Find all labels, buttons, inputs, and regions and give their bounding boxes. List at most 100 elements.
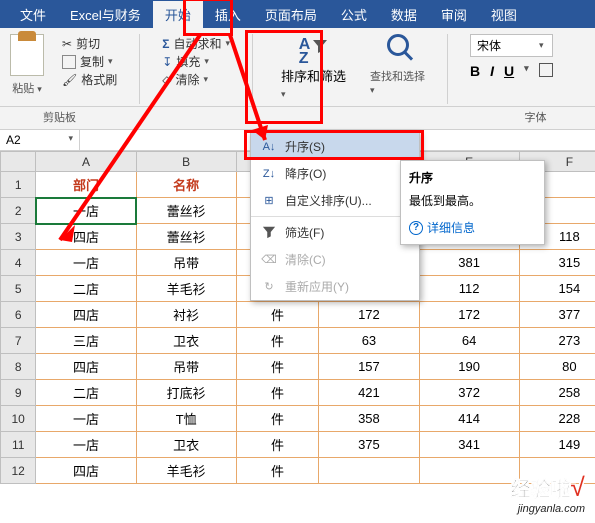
cell[interactable]: 一店	[36, 432, 136, 458]
cell[interactable]: 蕾丝衫	[136, 198, 236, 224]
cell[interactable]: 258	[519, 380, 595, 406]
cell[interactable]	[319, 458, 419, 484]
filter-item[interactable]: 筛选(F)	[251, 219, 419, 246]
cell[interactable]: 228	[519, 406, 595, 432]
cell[interactable]: 112	[419, 276, 519, 302]
cell[interactable]: 64	[419, 328, 519, 354]
row-header[interactable]: 3	[1, 224, 36, 250]
fill-button[interactable]: ↧填充▾	[162, 53, 230, 70]
cell[interactable]: 件	[236, 380, 319, 406]
row-header[interactable]: 12	[1, 458, 36, 484]
cell[interactable]: 件	[236, 328, 319, 354]
cell[interactable]: 四店	[36, 458, 136, 484]
cell[interactable]: 四店	[36, 302, 136, 328]
custom-sort-item[interactable]: ⊞自定义排序(U)...	[251, 187, 419, 214]
cell[interactable]: 157	[319, 354, 419, 380]
cell[interactable]: 421	[319, 380, 419, 406]
autosum-button[interactable]: Σ自动求和▾	[162, 35, 230, 52]
cell[interactable]: 吊带	[136, 250, 236, 276]
cell[interactable]: 273	[519, 328, 595, 354]
cell[interactable]: 一店	[36, 250, 136, 276]
menu-view[interactable]: 视图	[479, 1, 529, 28]
row-header[interactable]: 6	[1, 302, 36, 328]
cell[interactable]: 二店	[36, 276, 136, 302]
bold-button[interactable]: B	[470, 63, 480, 79]
cell[interactable]: 172	[419, 302, 519, 328]
name-box[interactable]: A2 ▾	[0, 130, 80, 150]
border-button[interactable]	[539, 63, 553, 77]
row-header[interactable]: 9	[1, 380, 36, 406]
row-header[interactable]: 8	[1, 354, 36, 380]
tooltip-more-link[interactable]: ?详细信息	[409, 219, 536, 236]
row-header[interactable]: 11	[1, 432, 36, 458]
cell[interactable]	[419, 458, 519, 484]
underline-button[interactable]: U	[504, 63, 514, 79]
clear-button[interactable]: ◇清除▾	[162, 71, 230, 88]
cell[interactable]: 381	[419, 250, 519, 276]
col-header-A[interactable]: A	[36, 152, 136, 172]
cell[interactable]: 件	[236, 354, 319, 380]
sort-filter-button[interactable]: AZ 排序和筛选▾	[275, 34, 352, 104]
cell-B1[interactable]: 名称	[136, 172, 236, 198]
menu-excel-finance[interactable]: Excel与财务	[58, 1, 153, 28]
cell[interactable]: 羊毛衫	[136, 458, 236, 484]
cell[interactable]: 卫衣	[136, 328, 236, 354]
paste-icon[interactable]	[10, 34, 44, 76]
cell[interactable]: 二店	[36, 380, 136, 406]
sort-ascending-item[interactable]: A↓升序(S)	[251, 133, 419, 160]
select-all-corner[interactable]	[1, 152, 36, 172]
cell[interactable]: 衬衫	[136, 302, 236, 328]
cell[interactable]: 154	[519, 276, 595, 302]
menu-review[interactable]: 审阅	[429, 1, 479, 28]
cell[interactable]: 吊带	[136, 354, 236, 380]
cell[interactable]: 件	[236, 406, 319, 432]
cell[interactable]: T恤	[136, 406, 236, 432]
menu-home[interactable]: 开始	[153, 1, 203, 28]
cell[interactable]: 341	[419, 432, 519, 458]
cell[interactable]: 四店	[36, 224, 136, 250]
row-header-1[interactable]: 1	[1, 172, 36, 198]
row-header[interactable]: 10	[1, 406, 36, 432]
cell[interactable]: 打底衫	[136, 380, 236, 406]
italic-button[interactable]: I	[490, 63, 494, 79]
cell[interactable]: 375	[319, 432, 419, 458]
find-select-button[interactable]: 查找和选择▾	[370, 34, 425, 104]
row-header[interactable]: 7	[1, 328, 36, 354]
menu-file[interactable]: 文件	[8, 1, 58, 28]
menu-data[interactable]: 数据	[379, 1, 429, 28]
cell[interactable]: 172	[319, 302, 419, 328]
cell[interactable]: 149	[519, 432, 595, 458]
cell[interactable]: 件	[236, 458, 319, 484]
row-header[interactable]: 4	[1, 250, 36, 276]
menu-formulas[interactable]: 公式	[329, 1, 379, 28]
cell[interactable]: 四店	[36, 354, 136, 380]
sort-descending-item[interactable]: Z↓降序(O)	[251, 160, 419, 187]
font-name-dropdown[interactable]: 宋体▾	[470, 34, 553, 57]
cut-button[interactable]: ✂剪切	[62, 35, 117, 52]
cell-A1[interactable]: 部门	[36, 172, 136, 198]
cell[interactable]: 三店	[36, 328, 136, 354]
cell[interactable]: 190	[419, 354, 519, 380]
row-header[interactable]: 2	[1, 198, 36, 224]
cell[interactable]: 358	[319, 406, 419, 432]
cell[interactable]: 414	[419, 406, 519, 432]
cell[interactable]: 315	[519, 250, 595, 276]
menu-page-layout[interactable]: 页面布局	[253, 1, 329, 28]
menu-insert[interactable]: 插入	[203, 1, 253, 28]
clipboard-buttons: ✂剪切 复制▾ 🖌格式刷	[62, 34, 117, 104]
cell[interactable]: 卫衣	[136, 432, 236, 458]
cell[interactable]: 80	[519, 354, 595, 380]
cell[interactable]: 蕾丝衫	[136, 224, 236, 250]
cell[interactable]: 63	[319, 328, 419, 354]
copy-button[interactable]: 复制▾	[62, 53, 117, 70]
cell[interactable]: 羊毛衫	[136, 276, 236, 302]
format-painter-button[interactable]: 🖌格式刷	[62, 71, 117, 88]
cell[interactable]: 372	[419, 380, 519, 406]
cell[interactable]: 件	[236, 302, 319, 328]
cell-A2[interactable]: 一店	[36, 198, 136, 224]
row-header[interactable]: 5	[1, 276, 36, 302]
cell[interactable]: 377	[519, 302, 595, 328]
cell[interactable]: 件	[236, 432, 319, 458]
cell[interactable]: 一店	[36, 406, 136, 432]
col-header-B[interactable]: B	[136, 152, 236, 172]
